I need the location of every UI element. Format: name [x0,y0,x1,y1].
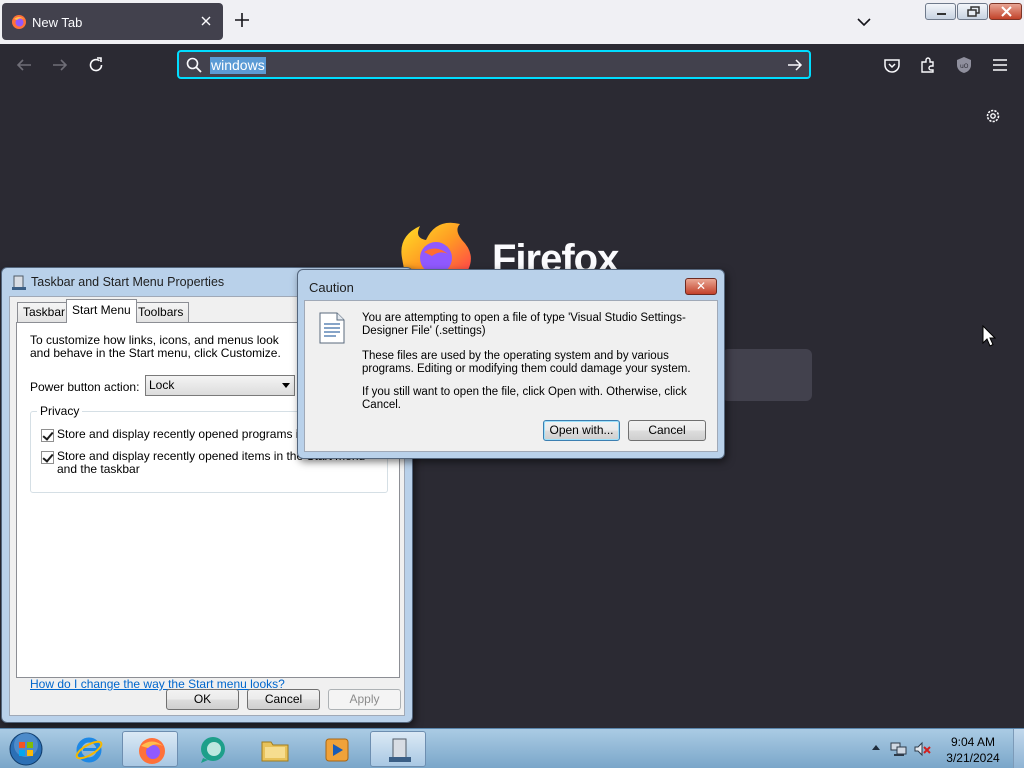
media-player-icon[interactable] [308,731,364,767]
tab-new-tab[interactable]: New Tab [2,3,223,40]
caution-cancel-button[interactable]: Cancel [628,420,706,441]
mouse-pointer-icon [982,325,996,347]
show-hidden-icons-arrow-icon[interactable] [871,743,881,751]
internet-explorer-icon[interactable] [60,731,116,767]
reload-icon[interactable] [87,56,105,74]
url-input-value[interactable]: windows [210,57,266,74]
cancel-button[interactable]: Cancel [247,689,320,710]
help-link[interactable]: How do I change the way the Start menu l… [30,677,285,691]
close-tab-icon[interactable] [200,15,212,27]
list-all-tabs-chevron-icon[interactable] [856,14,872,30]
search-icon [186,57,202,73]
apply-button[interactable]: Apply [328,689,401,710]
tab-taskbar[interactable]: Taskbar [17,302,72,322]
recent-items-checkbox[interactable] [41,451,54,464]
go-arrow-icon[interactable] [787,57,803,73]
network-icon[interactable] [890,741,908,757]
ok-button[interactable]: OK [166,689,239,710]
chat-app-icon[interactable] [184,731,240,767]
system-clock[interactable]: 9:04 AM 3/21/2024 [940,734,1006,766]
windows-taskbar: 9:04 AM 3/21/2024 [0,728,1024,768]
tab-toolbars[interactable]: Toolbars [132,302,190,322]
dropdown-arrow-icon [282,383,290,388]
power-button-select[interactable]: Lock [145,375,295,396]
caution-dialog: Caution ✕ You are attempting to open a f… [297,269,725,459]
app-menu-hamburger-icon[interactable] [991,56,1009,74]
caution-close-button[interactable]: ✕ [685,278,717,295]
window-close-button[interactable] [989,3,1022,20]
window-restore-button[interactable] [957,3,988,20]
firefox-favicon-icon [11,14,27,30]
url-bar[interactable]: windows [177,50,811,79]
file-explorer-icon[interactable] [246,731,302,767]
tab-title: New Tab [32,15,83,30]
caution-title: Caution [309,280,354,295]
forward-arrow-icon[interactable] [51,56,69,74]
newtab-search-box[interactable] [722,349,812,401]
recent-programs-checkbox[interactable] [41,429,54,442]
caution-message-instructions: If you still want to open the file, clic… [362,386,687,411]
caution-message-filetype: You are attempting to open a file of typ… [362,312,686,337]
taskbar-properties-icon [11,275,27,291]
taskbar-properties-taskbar-icon[interactable] [370,731,426,767]
start-orb[interactable] [6,731,46,767]
settings-gear-icon[interactable] [984,107,1002,125]
document-file-icon [319,312,345,344]
show-desktop-button[interactable] [1013,729,1024,768]
extensions-puzzle-icon[interactable] [919,56,937,74]
tab-start-menu[interactable]: Start Menu [66,299,137,323]
clock-time: 9:04 AM [950,735,996,749]
svg-text:uO: uO [960,63,969,70]
open-with-button[interactable]: Open with... [543,420,620,441]
power-button-selected-value: Lock [149,378,175,392]
volume-muted-icon[interactable] [914,741,932,757]
privacy-legend: Privacy [37,404,83,418]
back-arrow-icon[interactable] [15,56,33,74]
tab-strip: New Tab [0,0,1024,44]
power-button-label: Power button action: [30,380,140,394]
caution-body: You are attempting to open a file of typ… [304,300,718,452]
firefox-taskbar-icon[interactable] [122,731,178,767]
recent-programs-label[interactable]: Store and display recently opened progra… [57,428,297,441]
window-minimize-button[interactable] [925,3,956,20]
caution-message-warning: These files are used by the operating sy… [362,350,691,375]
new-tab-plus-icon[interactable] [234,12,250,28]
ublock-shield-icon[interactable]: uO [955,56,973,74]
pocket-icon[interactable] [883,56,901,74]
customize-intro-text: To customize how links, icons, and menus… [30,333,281,360]
clock-date: 3/21/2024 [946,751,1000,765]
dialog-title: Taskbar and Start Menu Properties [31,275,225,289]
